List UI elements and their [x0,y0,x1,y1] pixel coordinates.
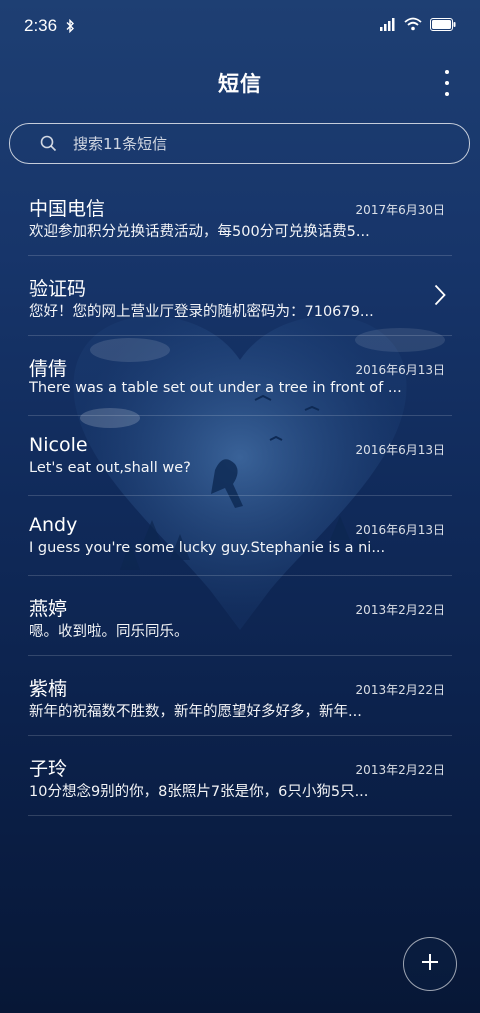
battery-icon [430,16,456,36]
more-vertical-icon[interactable] [442,70,452,96]
page-title: 短信 [218,72,262,96]
message-preview: Let's eat out,shall we? [29,460,191,476]
message-item[interactable]: 中国电信 2017年6月30日 欢迎参加积分兑换话费活动，每500分可兑换话费5… [28,176,452,256]
message-list: 中国电信 2017年6月30日 欢迎参加积分兑换话费活动，每500分可兑换话费5… [0,176,480,816]
status-time: 2:36 [24,16,58,35]
message-sender: 倩倩 [29,358,68,380]
plus-icon [421,953,439,975]
message-item[interactable]: 倩倩 2016年6月13日 There was a table set out … [28,336,452,416]
compose-button[interactable] [403,937,457,991]
message-preview: 10分想念9别的你，8张照片7张是你，6只小狗5只... [29,784,369,800]
message-preview: 新年的祝福数不胜数，新年的愿望好多好多，新年... [29,704,362,720]
message-item[interactable]: 紫楠 2013年2月22日 新年的祝福数不胜数，新年的愿望好多好多，新年... [28,656,452,736]
search-icon [40,135,57,152]
bluetooth-icon [65,19,75,33]
message-sender: 子玲 [29,758,68,780]
message-date: 2016年6月13日 [355,443,445,457]
chevron-right-icon [434,284,446,310]
message-sender: 燕婷 [29,598,68,620]
search-input[interactable] [73,134,433,153]
message-item-group[interactable]: 验证码 您好！您的网上营业厅登录的随机密码为：710679... [28,256,452,336]
message-preview: 嗯。收到啦。同乐同乐。 [29,624,189,640]
wifi-icon [404,16,422,36]
message-date: 2013年2月22日 [355,603,445,617]
message-preview: 您好！您的网上营业厅登录的随机密码为：710679... [29,304,374,320]
search-bar[interactable] [9,123,470,164]
message-item[interactable]: Nicole 2016年6月13日 Let's eat out,shall we… [28,416,452,496]
message-date: 2013年2月22日 [355,683,445,697]
header: 短信 [0,58,480,108]
message-sender: 中国电信 [29,198,106,220]
message-sender: Nicole [29,434,88,456]
message-date: 2013年2月22日 [355,763,445,777]
status-indicators [380,16,456,36]
status-bar: 2:36 [0,0,480,52]
message-date: 2017年6月30日 [355,203,445,217]
signal-icon [380,16,396,36]
message-item[interactable]: 子玲 2013年2月22日 10分想念9别的你，8张照片7张是你，6只小狗5只.… [28,736,452,816]
message-sender: 验证码 [29,278,87,300]
message-preview: 欢迎参加积分兑换话费活动，每500分可兑换话费5... [29,224,370,240]
message-item[interactable]: 燕婷 2013年2月22日 嗯。收到啦。同乐同乐。 [28,576,452,656]
message-preview: There was a table set out under a tree i… [29,380,402,396]
message-sender: Andy [29,514,78,536]
message-date: 2016年6月13日 [355,363,445,377]
message-sender: 紫楠 [29,678,68,700]
message-date: 2016年6月13日 [355,523,445,537]
message-item[interactable]: Andy 2016年6月13日 I guess you're some luck… [28,496,452,576]
message-preview: I guess you're some lucky guy.Stephanie … [29,540,386,556]
